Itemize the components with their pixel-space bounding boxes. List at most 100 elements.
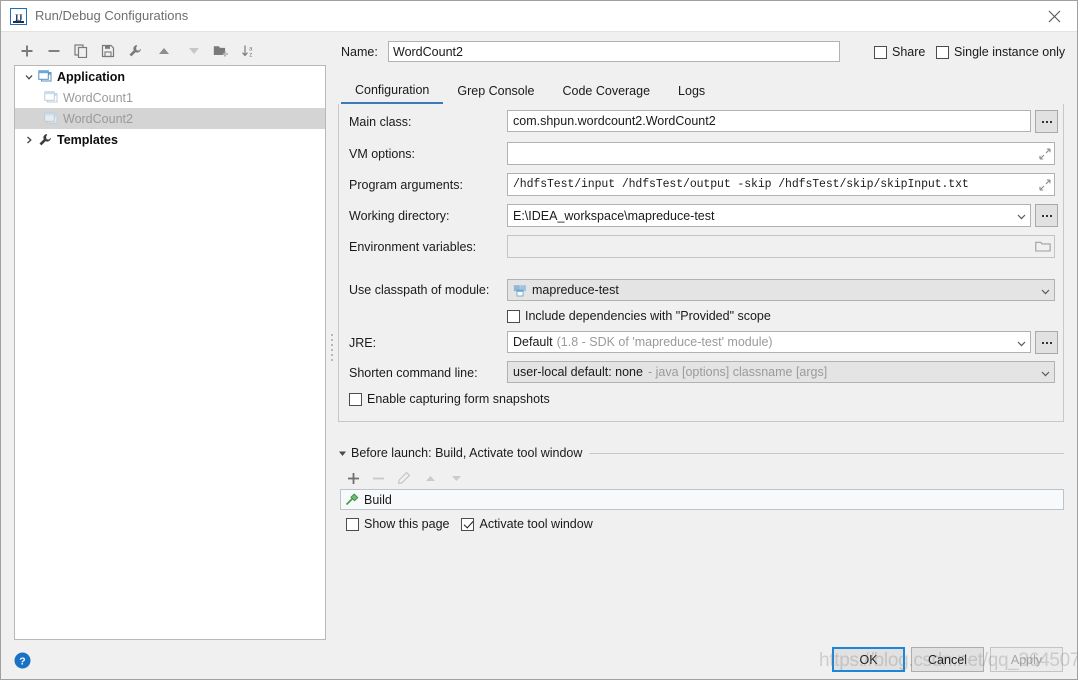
tab-code-coverage[interactable]: Code Coverage xyxy=(548,78,664,104)
hammer-icon xyxy=(345,492,359,507)
jre-browse-button[interactable] xyxy=(1035,331,1058,354)
checkbox-box[interactable] xyxy=(936,45,949,59)
include-provided-label: Include dependencies with "Provided" sco… xyxy=(525,309,771,323)
chevron-down-icon[interactable] xyxy=(1037,283,1053,299)
tree-item-label: Application xyxy=(57,69,126,84)
create-folder-button[interactable] xyxy=(210,39,232,63)
expand-icon[interactable] xyxy=(1038,147,1052,161)
move-task-down-button[interactable] xyxy=(445,467,467,489)
svg-text:?: ? xyxy=(19,655,25,667)
include-provided-checkbox[interactable]: Include dependencies with "Provided" sco… xyxy=(507,309,771,323)
configurations-toolbar: a z xyxy=(11,39,261,65)
remove-task-button[interactable] xyxy=(367,467,389,489)
working-directory-input[interactable]: E:\IDEA_workspace\mapreduce-test xyxy=(507,204,1031,227)
name-input[interactable] xyxy=(388,41,840,62)
main-class-browse-button[interactable] xyxy=(1035,110,1058,133)
copy-configuration-button[interactable] xyxy=(70,39,92,63)
application-icon xyxy=(43,111,59,127)
chevron-down-icon[interactable] xyxy=(1013,335,1029,351)
tree-item-wordcount1[interactable]: WordCount1 xyxy=(15,87,325,108)
tab-logs[interactable]: Logs xyxy=(664,78,719,104)
classpath-module-combo[interactable]: mapreduce-test xyxy=(507,279,1055,301)
shorten-command-line-value: user-local default: none xyxy=(513,365,643,379)
tree-item-wordcount2[interactable]: WordCount2 xyxy=(15,108,325,129)
program-arguments-label: Program arguments: xyxy=(349,178,463,192)
intellij-idea-icon: IJ xyxy=(10,8,27,25)
classpath-module-label: Use classpath of module: xyxy=(349,283,490,297)
chevron-down-icon[interactable] xyxy=(1037,365,1053,381)
tree-item-label: WordCount1 xyxy=(63,90,133,105)
tree-item-application[interactable]: Application xyxy=(15,66,325,87)
checkbox-box[interactable] xyxy=(346,517,359,531)
wrench-icon xyxy=(37,132,53,148)
activate-tool-window-checkbox[interactable]: Activate tool window xyxy=(461,517,593,531)
add-task-button[interactable] xyxy=(342,467,364,489)
show-this-page-checkbox[interactable]: Show this page xyxy=(346,517,449,531)
ok-button[interactable]: OK xyxy=(832,647,905,672)
name-label: Name: xyxy=(341,45,378,59)
configurations-tree[interactable]: Application WordCount1 WordCount2 Templa… xyxy=(14,65,326,640)
cancel-button[interactable]: Cancel xyxy=(911,647,984,672)
jre-combo[interactable]: Default (1.8 - SDK of 'mapreduce-test' m… xyxy=(507,331,1031,353)
tab-grep-console[interactable]: Grep Console xyxy=(443,78,548,104)
tab-configuration[interactable]: Configuration xyxy=(341,78,444,104)
panel-splitter[interactable] xyxy=(330,331,335,367)
checkbox-box[interactable] xyxy=(349,392,362,406)
single-instance-label: Single instance only xyxy=(954,45,1066,59)
before-launch-toolbar xyxy=(342,467,542,489)
environment-variables-label: Environment variables: xyxy=(349,240,477,254)
classpath-module-value: mapreduce-test xyxy=(532,283,619,297)
working-directory-label: Working directory: xyxy=(349,209,450,223)
remove-configuration-button[interactable] xyxy=(43,39,65,63)
application-icon xyxy=(37,69,53,85)
vm-options-input[interactable] xyxy=(507,142,1055,165)
environment-variables-input[interactable] xyxy=(507,235,1055,258)
save-configuration-button[interactable] xyxy=(97,39,119,63)
close-icon[interactable] xyxy=(1032,1,1077,31)
main-class-input[interactable]: com.shpun.wordcount2.WordCount2 xyxy=(507,110,1031,132)
before-launch-task-row[interactable]: Build xyxy=(340,489,1064,510)
show-this-page-label: Show this page xyxy=(364,517,450,531)
chevron-down-icon[interactable] xyxy=(1013,208,1029,224)
apply-button[interactable]: Apply xyxy=(990,647,1063,672)
tree-item-templates[interactable]: Templates xyxy=(15,129,325,150)
shorten-command-line-combo[interactable]: user-local default: none - java [options… xyxy=(507,361,1055,383)
add-configuration-button[interactable] xyxy=(16,39,38,63)
checkbox-box[interactable] xyxy=(507,309,520,323)
divider xyxy=(589,452,1064,454)
move-up-button[interactable] xyxy=(153,39,175,63)
triangle-down-icon[interactable] xyxy=(338,449,347,458)
title-bar: IJ Run/Debug Configurations xyxy=(1,1,1077,32)
configuration-panel: Main class: com.shpun.wordcount2.WordCou… xyxy=(338,104,1064,422)
before-launch-header[interactable]: Before launch: Build, Activate tool wind… xyxy=(338,445,1064,461)
before-launch-options: Show this page Activate tool window xyxy=(346,517,605,531)
program-arguments-input[interactable]: /hdfsTest/input /hdfsTest/output -skip /… xyxy=(507,173,1055,196)
share-label: Share xyxy=(892,45,926,59)
form-snapshots-label: Enable capturing form snapshots xyxy=(367,392,550,406)
before-launch-title: Before launch: Build, Activate tool wind… xyxy=(351,446,583,460)
window-title: Run/Debug Configurations xyxy=(35,8,189,23)
shorten-command-line-hint: - java [options] classname [args] xyxy=(647,365,828,379)
vm-options-label: VM options: xyxy=(349,147,416,161)
sort-configurations-button[interactable]: a z xyxy=(238,39,260,63)
move-down-button[interactable] xyxy=(183,39,205,63)
share-checkbox[interactable]: Share xyxy=(874,45,925,59)
edit-task-button[interactable] xyxy=(393,467,415,489)
checkbox-box[interactable] xyxy=(874,45,887,59)
expand-icon[interactable] xyxy=(1038,178,1052,192)
edit-templates-button[interactable] xyxy=(124,39,146,63)
help-icon[interactable]: ? xyxy=(14,652,31,669)
module-icon xyxy=(513,283,527,297)
move-task-up-button[interactable] xyxy=(419,467,441,489)
checkbox-box[interactable] xyxy=(461,517,475,531)
application-icon xyxy=(43,90,59,106)
jre-value: Default xyxy=(513,335,553,349)
single-instance-checkbox[interactable]: Single instance only xyxy=(936,45,1065,59)
tree-item-label: Templates xyxy=(57,132,118,147)
folder-icon[interactable] xyxy=(1035,240,1051,254)
chevron-right-icon[interactable] xyxy=(21,132,37,148)
form-snapshots-checkbox[interactable]: Enable capturing form snapshots xyxy=(349,392,550,406)
chevron-down-icon[interactable] xyxy=(21,69,37,85)
working-directory-browse-button[interactable] xyxy=(1035,204,1058,227)
before-launch-task-label: Build xyxy=(364,492,392,507)
